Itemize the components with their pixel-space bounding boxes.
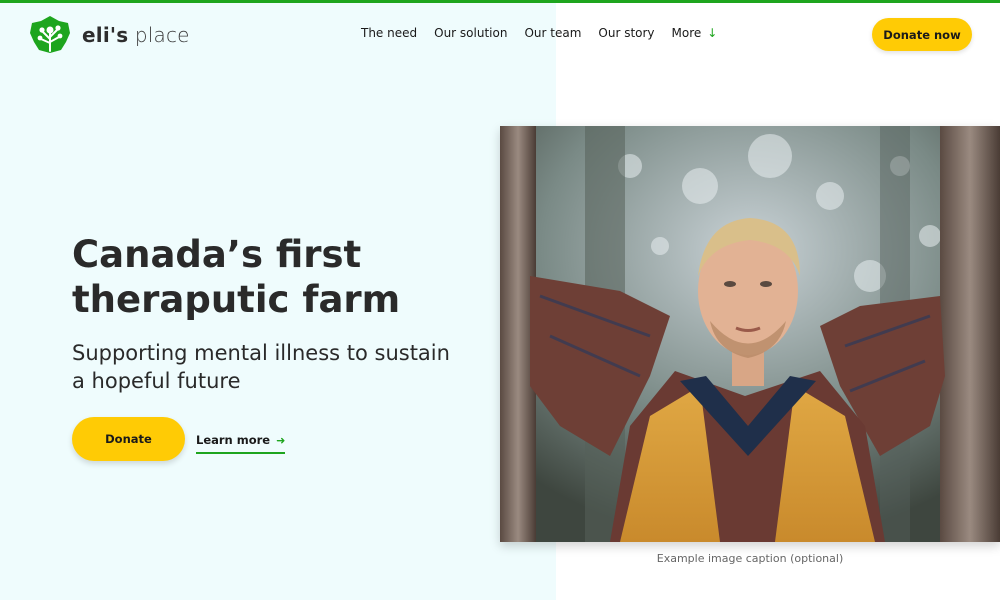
nav-item-our-team[interactable]: Our team [524,26,581,40]
site-logo[interactable]: eli's place [28,15,190,55]
brand-name-bold: eli's [82,23,129,47]
donate-button[interactable]: Donate [72,417,185,461]
nav-item-our-solution[interactable]: Our solution [434,26,507,40]
hero-photo [500,126,1000,542]
nav-item-our-story[interactable]: Our story [598,26,654,40]
subtitle-line-1: Supporting mental illness to sustain [72,341,450,365]
learn-more-label: Learn more [196,433,271,447]
main-nav: The need Our solution Our team Our story… [361,26,717,40]
arrow-down-icon: ↓ [707,26,718,40]
header-donate-button[interactable]: Donate now [872,18,972,51]
title-line-2: theraputic farm [72,278,401,321]
nav-item-the-need[interactable]: The need [361,26,417,40]
tree-leaf-icon [30,16,70,53]
page-subtitle: Supporting mental illness to sustain a h… [72,339,482,395]
page-title: Canada’s first theraputic farm [72,232,492,322]
nav-more-label: More [671,26,702,40]
arrow-right-icon: ➜ [276,433,286,447]
brand-name: eli's place [82,25,190,45]
learn-more-link[interactable]: Learn more ➜ [196,433,286,454]
image-caption: Example image caption (optional) [656,552,844,565]
hero-photo-illustration [500,126,1000,542]
brand-name-light: place [134,23,190,47]
title-line-1: Canada’s first [72,233,362,276]
nav-item-more[interactable]: More ↓ [672,26,718,40]
subtitle-line-2: a hopeful future [72,369,241,393]
